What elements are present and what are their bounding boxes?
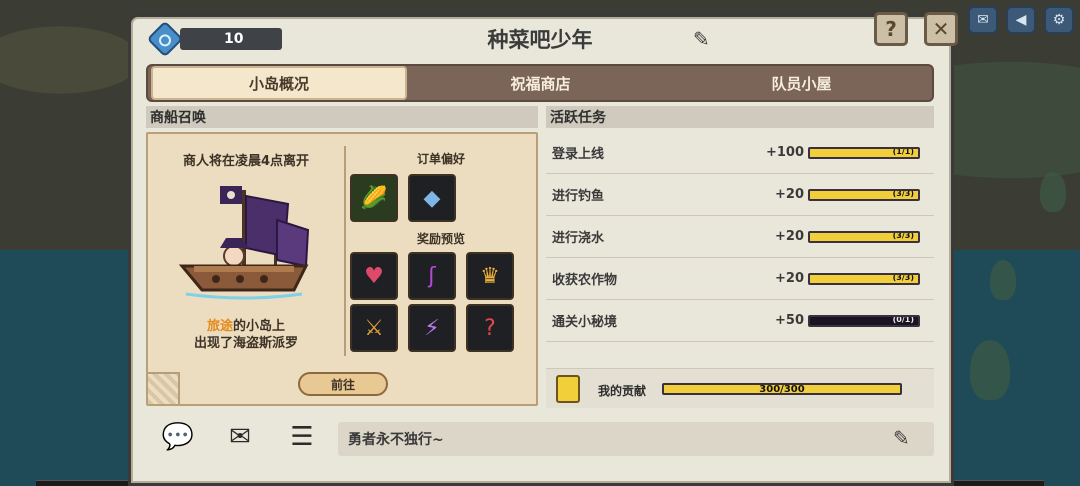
task-count: (1/1) <box>892 146 914 156</box>
task-row: 登录上线 +100 (1/1) <box>546 132 934 174</box>
help-button[interactable]: ? <box>874 12 908 46</box>
task-progress-bar: (0/1) <box>808 314 920 327</box>
task-reward: +100 <box>765 145 804 160</box>
ship-news-text: 旅途的小岛上 出现了海盗斯派罗 <box>148 318 344 352</box>
news-line1-rest: 的小岛上 <box>233 319 286 334</box>
order-preference-label: 订单偏好 <box>416 152 465 166</box>
pirate-ship-icon <box>178 186 310 300</box>
ship-news-line2: 出现了海盗斯派罗 <box>193 336 298 351</box>
edit-title-icon[interactable]: ✎ <box>693 27 710 51</box>
contribution-label: 我的贡献 <box>598 384 647 398</box>
task-progress-bar: (3/3) <box>808 230 920 243</box>
mystery-box-icon[interactable]: ? <box>466 304 514 352</box>
task-name: 通关小秘境 <box>552 315 618 330</box>
battery-item-icon[interactable]: ⚡ <box>408 304 456 352</box>
news-highlight: 旅途 <box>206 319 233 334</box>
sword-item-icon[interactable]: ⚔ <box>350 304 398 352</box>
envelope-icon[interactable]: ✉ <box>220 420 260 454</box>
settings-gear-icon[interactable]: ⚙ <box>1044 6 1074 34</box>
task-reward: +50 <box>775 313 804 328</box>
task-name: 收获农作物 <box>552 273 618 288</box>
corn-item-icon[interactable]: 🌽 <box>350 174 398 222</box>
ship-depart-text: 商人将在凌晨4点离开 <box>182 154 310 169</box>
merchant-ship-card: 商人将在凌晨4点离开 旅途的小岛上 出现了海盗斯派罗 前往 订单偏好 🌽 ◆ 奖… <box>146 132 538 406</box>
tab-bar: 小岛概况 祝福商店 队员小屋 <box>146 64 934 102</box>
contribution-row: 我的贡献 300/300 <box>546 368 934 408</box>
task-count: (3/3) <box>892 272 914 282</box>
task-reward: +20 <box>775 229 804 244</box>
task-name: 进行钓鱼 <box>552 189 605 204</box>
task-count: (0/1) <box>892 314 914 324</box>
task-name: 登录上线 <box>552 147 605 162</box>
task-reward: +20 <box>775 271 804 286</box>
contribution-progress-bar: 300/300 <box>662 383 902 395</box>
task-progress-bar: (3/3) <box>808 272 920 285</box>
task-count: (3/3) <box>892 230 914 240</box>
reward-preview-label: 奖励预览 <box>416 232 465 246</box>
tab-island-overview[interactable]: 小岛概况 <box>151 66 407 100</box>
background-tree <box>990 260 1016 300</box>
contribution-icon <box>556 375 580 403</box>
crystal-item-icon[interactable]: ◆ <box>408 174 456 222</box>
feather-item-icon[interactable]: ♥ <box>350 252 398 300</box>
chat-icon[interactable]: 💬 <box>158 420 198 454</box>
task-progress-bar: (3/3) <box>808 188 920 201</box>
tab-blessing-shop[interactable]: 祝福商店 <box>410 66 671 100</box>
tasks-section-header: 活跃任务 <box>546 106 934 128</box>
task-reward: +20 <box>775 187 804 202</box>
tab-member-house[interactable]: 队员小屋 <box>671 66 932 100</box>
mail-icon[interactable]: ✉ <box>968 6 998 34</box>
island-title: 种菜吧少年 <box>487 28 593 52</box>
sound-icon[interactable]: ◀ <box>1006 6 1036 34</box>
notes-icon[interactable]: ☰ <box>282 420 322 454</box>
background-tree <box>970 340 1010 400</box>
background-tree <box>1040 172 1066 212</box>
motto-field[interactable]: 勇者永不独行~ <box>338 422 934 456</box>
task-name: 进行浇水 <box>552 231 605 246</box>
task-progress-bar: (1/1) <box>808 146 920 159</box>
corner-decoration <box>148 372 180 404</box>
task-row: 收获农作物 +20 (3/3) <box>546 258 934 300</box>
task-row: 通关小秘境 +50 (0/1) <box>546 300 934 342</box>
statue-item-icon[interactable]: ♛ <box>466 252 514 300</box>
contribution-value: 300/300 <box>759 384 805 395</box>
task-row: 进行钓鱼 +20 (3/3) <box>546 174 934 216</box>
task-list[interactable]: 登录上线 +100 (1/1) 进行钓鱼 +20 (3/3) 进行浇水 +20 … <box>546 132 934 362</box>
potion-item-icon[interactable]: ʃ <box>408 252 456 300</box>
gem-counter: 10 <box>180 28 282 50</box>
close-button[interactable]: ✕ <box>924 12 958 46</box>
task-row: 进行浇水 +20 (3/3) <box>546 216 934 258</box>
go-button[interactable]: 前往 <box>298 372 388 396</box>
task-count: (3/3) <box>892 188 914 198</box>
ship-section-header: 商船召唤 <box>146 106 538 128</box>
ship-news-line1: 旅途的小岛上 <box>148 318 344 335</box>
ship-card-divider <box>344 146 346 356</box>
edit-motto-icon[interactable]: ✎ <box>893 426 910 450</box>
